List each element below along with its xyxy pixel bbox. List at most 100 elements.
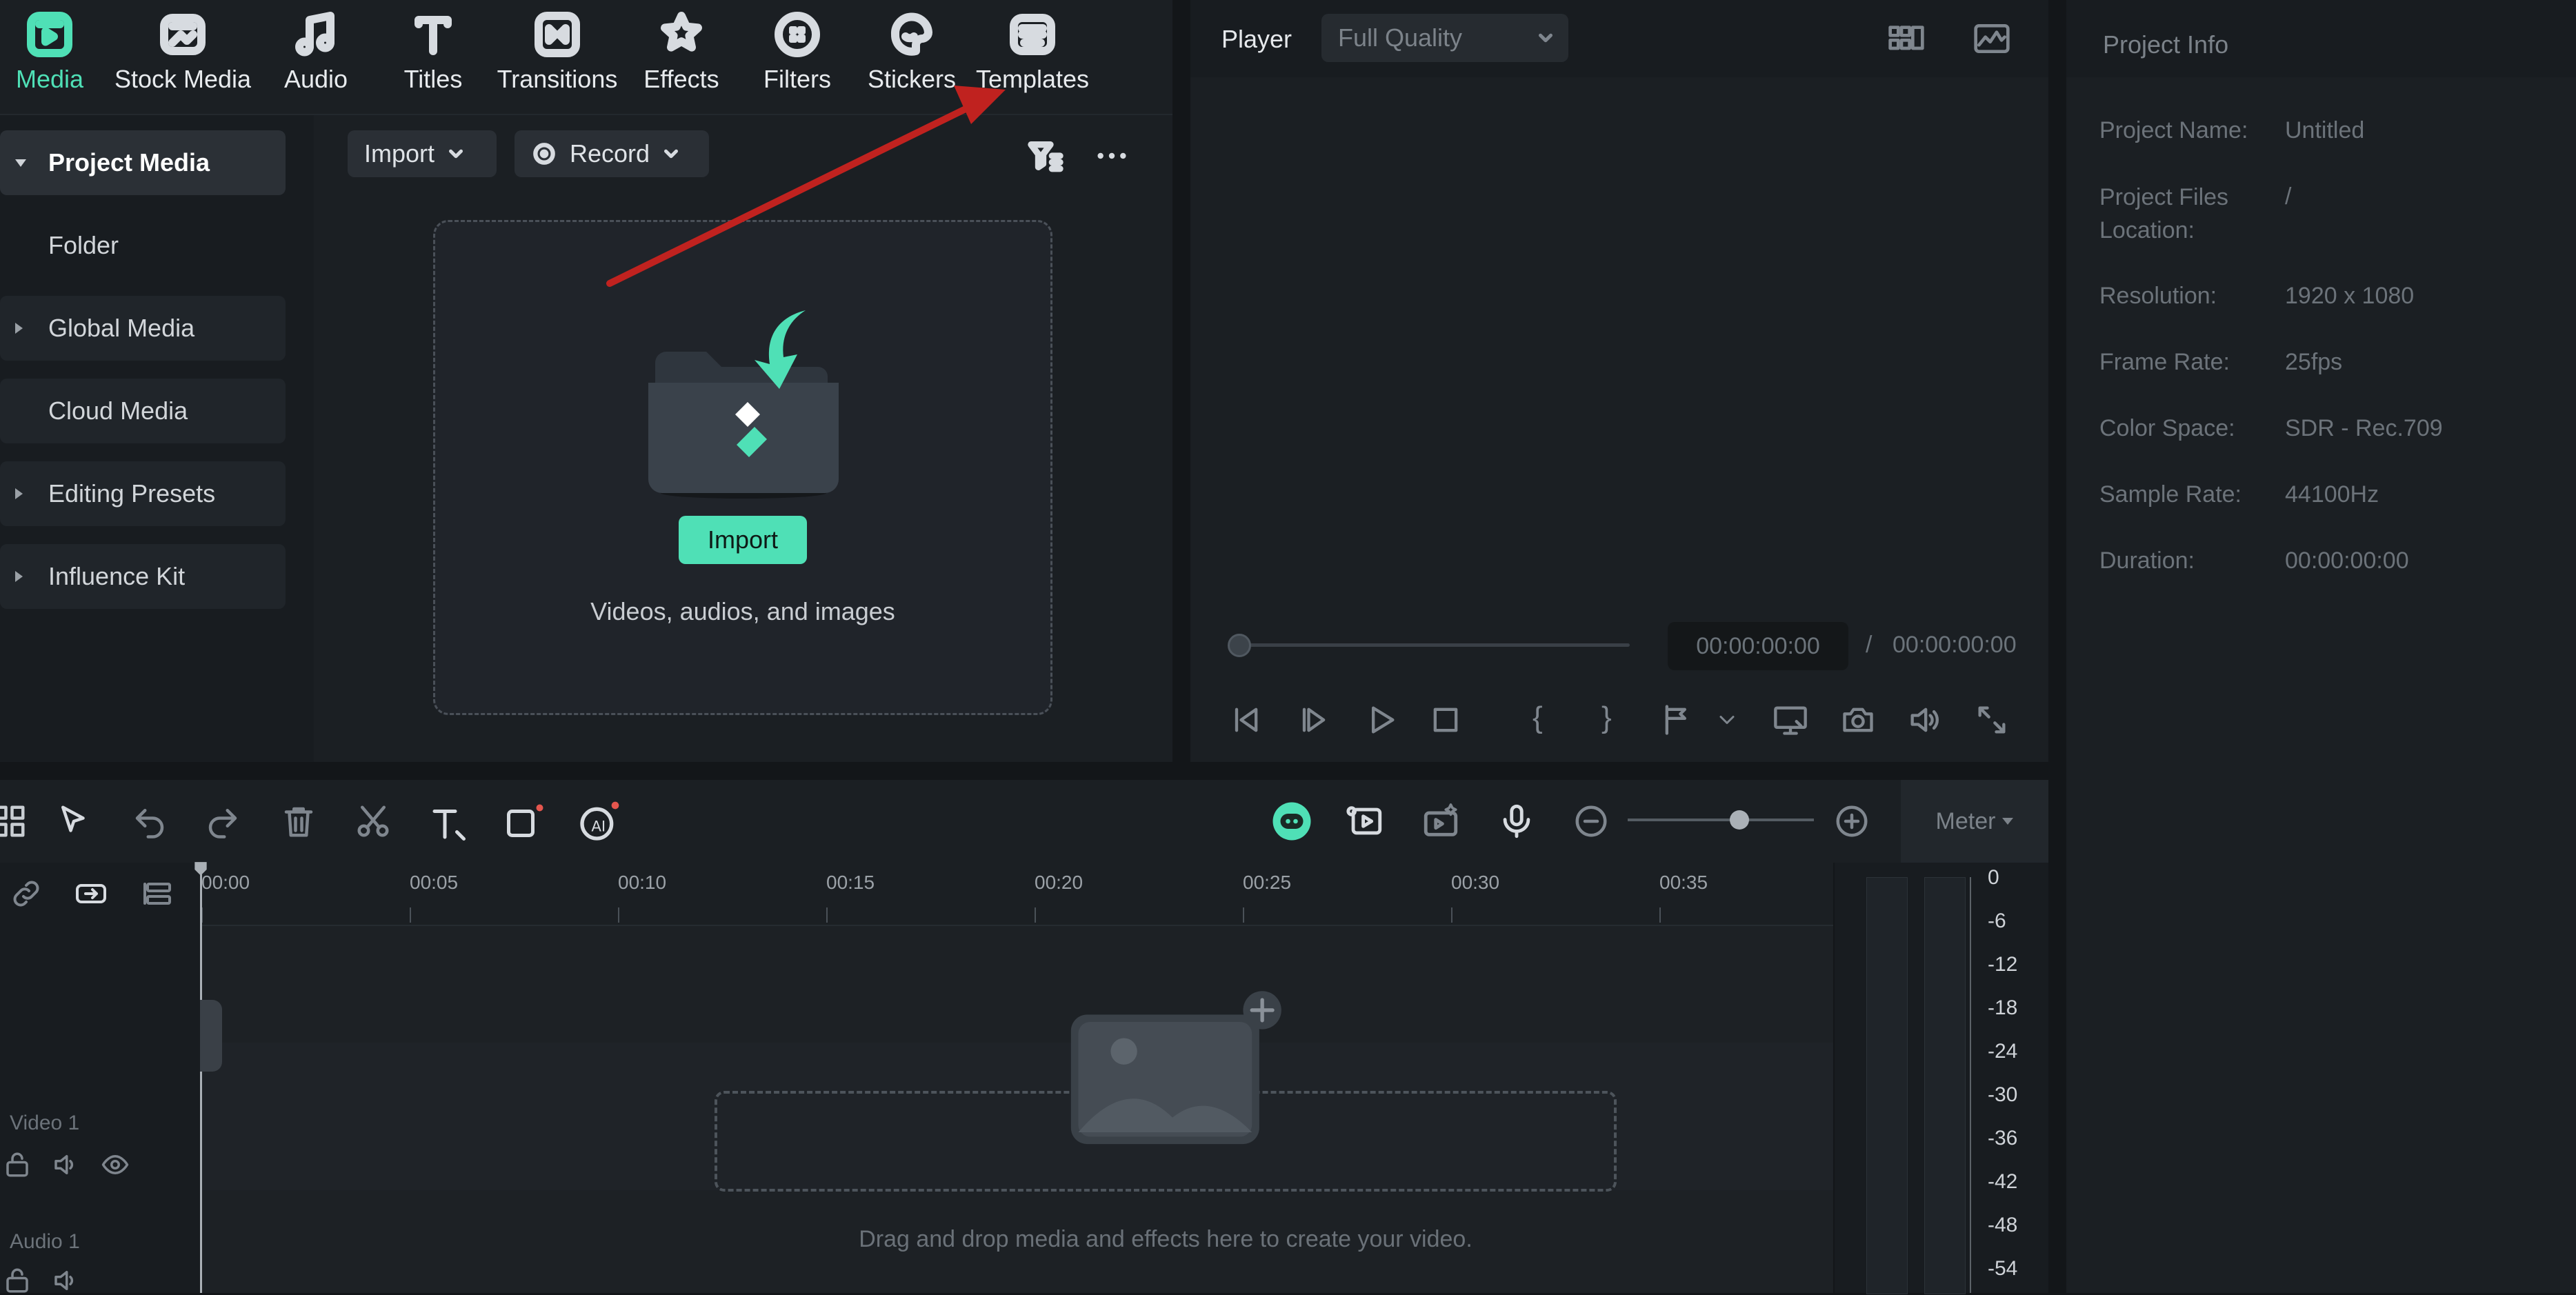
ruler-tick-label: 00:25 [1243,872,1292,893]
track-resize-handle[interactable] [200,1000,222,1072]
chevron-down-icon [449,149,463,159]
expand-caret-icon [15,159,26,167]
sidebar-item-influence-kit[interactable]: Influence Kit [0,544,286,609]
play-icon[interactable] [1363,702,1399,738]
resolution-label: Resolution: [2099,283,2217,309]
zoom-out-icon[interactable] [1572,803,1610,840]
chevron-down-icon[interactable] [1715,707,1739,732]
display-settings-icon[interactable] [1771,702,1810,738]
tab-audio[interactable]: Audio [274,0,357,110]
expand-caret-icon [15,323,23,334]
waveform-monitor-icon[interactable] [1970,19,2013,58]
tab-label: Titles [403,65,463,93]
color-space-label: Color Space: [2099,415,2235,441]
previous-frame-icon[interactable] [1228,702,1264,738]
player-title: Player [1221,25,1292,53]
tab-transitions[interactable]: Transitions [490,0,625,110]
stickers-icon [890,12,932,56]
sidebar-item-editing-presets[interactable]: Editing Presets [0,461,286,526]
track-header-column [0,863,200,1293]
track-layout-icon[interactable] [141,877,177,910]
meter-dropdown[interactable]: Meter [1901,780,2048,863]
lock-track-icon[interactable] [3,1266,32,1295]
more-options-icon[interactable] [1092,137,1131,175]
mute-track-icon[interactable] [51,1150,80,1179]
filter-sort-icon[interactable] [1026,137,1065,175]
tab-templates[interactable]: Templates [974,0,1091,110]
redo-icon[interactable] [204,803,241,840]
sidebar-item-label: Editing Presets [48,479,216,508]
stop-icon[interactable] [1428,702,1464,738]
select-cursor-icon[interactable] [55,803,92,840]
import-button[interactable]: Import [679,516,807,564]
project-name-label: Project Name: [2099,117,2248,143]
tab-label: Templates [975,65,1090,93]
layout-grid-icon[interactable] [1885,19,1928,58]
microphone-icon[interactable] [1497,801,1537,841]
audio-icon [295,12,335,57]
sidebar-item-project-media[interactable]: Project Media [0,130,286,195]
mute-track-icon[interactable] [51,1266,80,1295]
current-time-display[interactable]: 00:00:00:00 [1668,622,1848,670]
caret-down-icon [2002,818,2014,825]
delete-icon[interactable] [280,803,317,840]
mark-out-icon[interactable]: } [1601,701,1612,735]
fullscreen-icon[interactable] [1974,702,2010,738]
link-icon[interactable] [10,877,43,910]
tab-media[interactable]: Media [8,0,91,110]
visibility-eye-icon[interactable] [101,1150,130,1179]
meter-scale-label: -30 [1988,1083,2018,1106]
grid-layout-icon[interactable] [0,803,28,840]
lock-track-icon[interactable] [3,1150,32,1179]
add-media-placeholder-icon[interactable] [1062,983,1283,1149]
chevron-down-icon [1539,33,1552,43]
project-location-value: / [2285,183,2292,210]
tab-stock-media[interactable]: Stock Media [110,0,255,110]
zoom-in-icon[interactable] [1833,803,1870,840]
sidebar-item-folder[interactable]: Folder [0,213,286,278]
sidebar-item-global-media[interactable]: Global Media [0,296,286,361]
crop-shape-icon[interactable] [503,803,545,844]
playback-track[interactable] [1238,643,1630,647]
zoom-slider-track[interactable] [1628,819,1814,821]
tab-stickers[interactable]: Stickers [868,0,956,110]
ruler-tick [410,907,411,923]
ai-tools-icon[interactable]: AI [577,800,621,844]
text-tool-icon[interactable] [428,803,469,844]
effects-icon [661,12,702,52]
meter-scale-label: -12 [1988,953,2018,976]
meter-scale-label: -36 [1988,1127,2018,1150]
duration-value: 00:00:00:00 [2285,548,2409,574]
tab-filters[interactable]: Filters [756,0,839,110]
tab-titles[interactable]: Titles [392,0,475,110]
snapshot-camera-icon[interactable] [1840,702,1876,738]
ai-assistant-icon[interactable] [1269,799,1315,844]
import-dropdown-label: Import [364,139,435,168]
record-dropdown-button[interactable]: Record [515,130,709,177]
next-frame-icon[interactable] [1295,702,1331,738]
tab-effects[interactable]: Effects [640,0,723,110]
undo-icon[interactable] [131,803,168,840]
tab-label: Effects [643,65,719,93]
time-separator: / [1866,632,1873,658]
playhead-line[interactable] [200,874,202,1293]
ruler-tick-label: 00:35 [1659,872,1708,893]
import-dropdown-button[interactable]: Import [348,130,497,177]
playback-scrubber[interactable] [1228,634,1251,657]
meter-bar-left [1866,877,1908,1294]
ruler-tick-label: 00:20 [1035,872,1084,893]
insert-marker-icon[interactable] [1659,702,1695,738]
sidebar-item-cloud-media[interactable]: Cloud Media [0,379,286,443]
sidebar-item-label: Global Media [48,314,195,342]
sample-rate-label: Sample Rate: [2099,481,2241,508]
auto-edit-icon[interactable] [1345,801,1385,841]
magnetic-link-icon[interactable] [72,877,110,910]
ruler-tick [618,907,619,923]
smart-cutout-icon[interactable] [1421,801,1461,841]
mark-in-icon[interactable]: { [1532,701,1543,735]
split-scissors-icon[interactable] [355,803,392,840]
volume-icon[interactable] [1906,702,1942,738]
meter-scale-label: -6 [1988,910,2006,932]
quality-select[interactable]: Full Quality [1321,14,1568,62]
zoom-slider-handle[interactable] [1730,810,1749,830]
